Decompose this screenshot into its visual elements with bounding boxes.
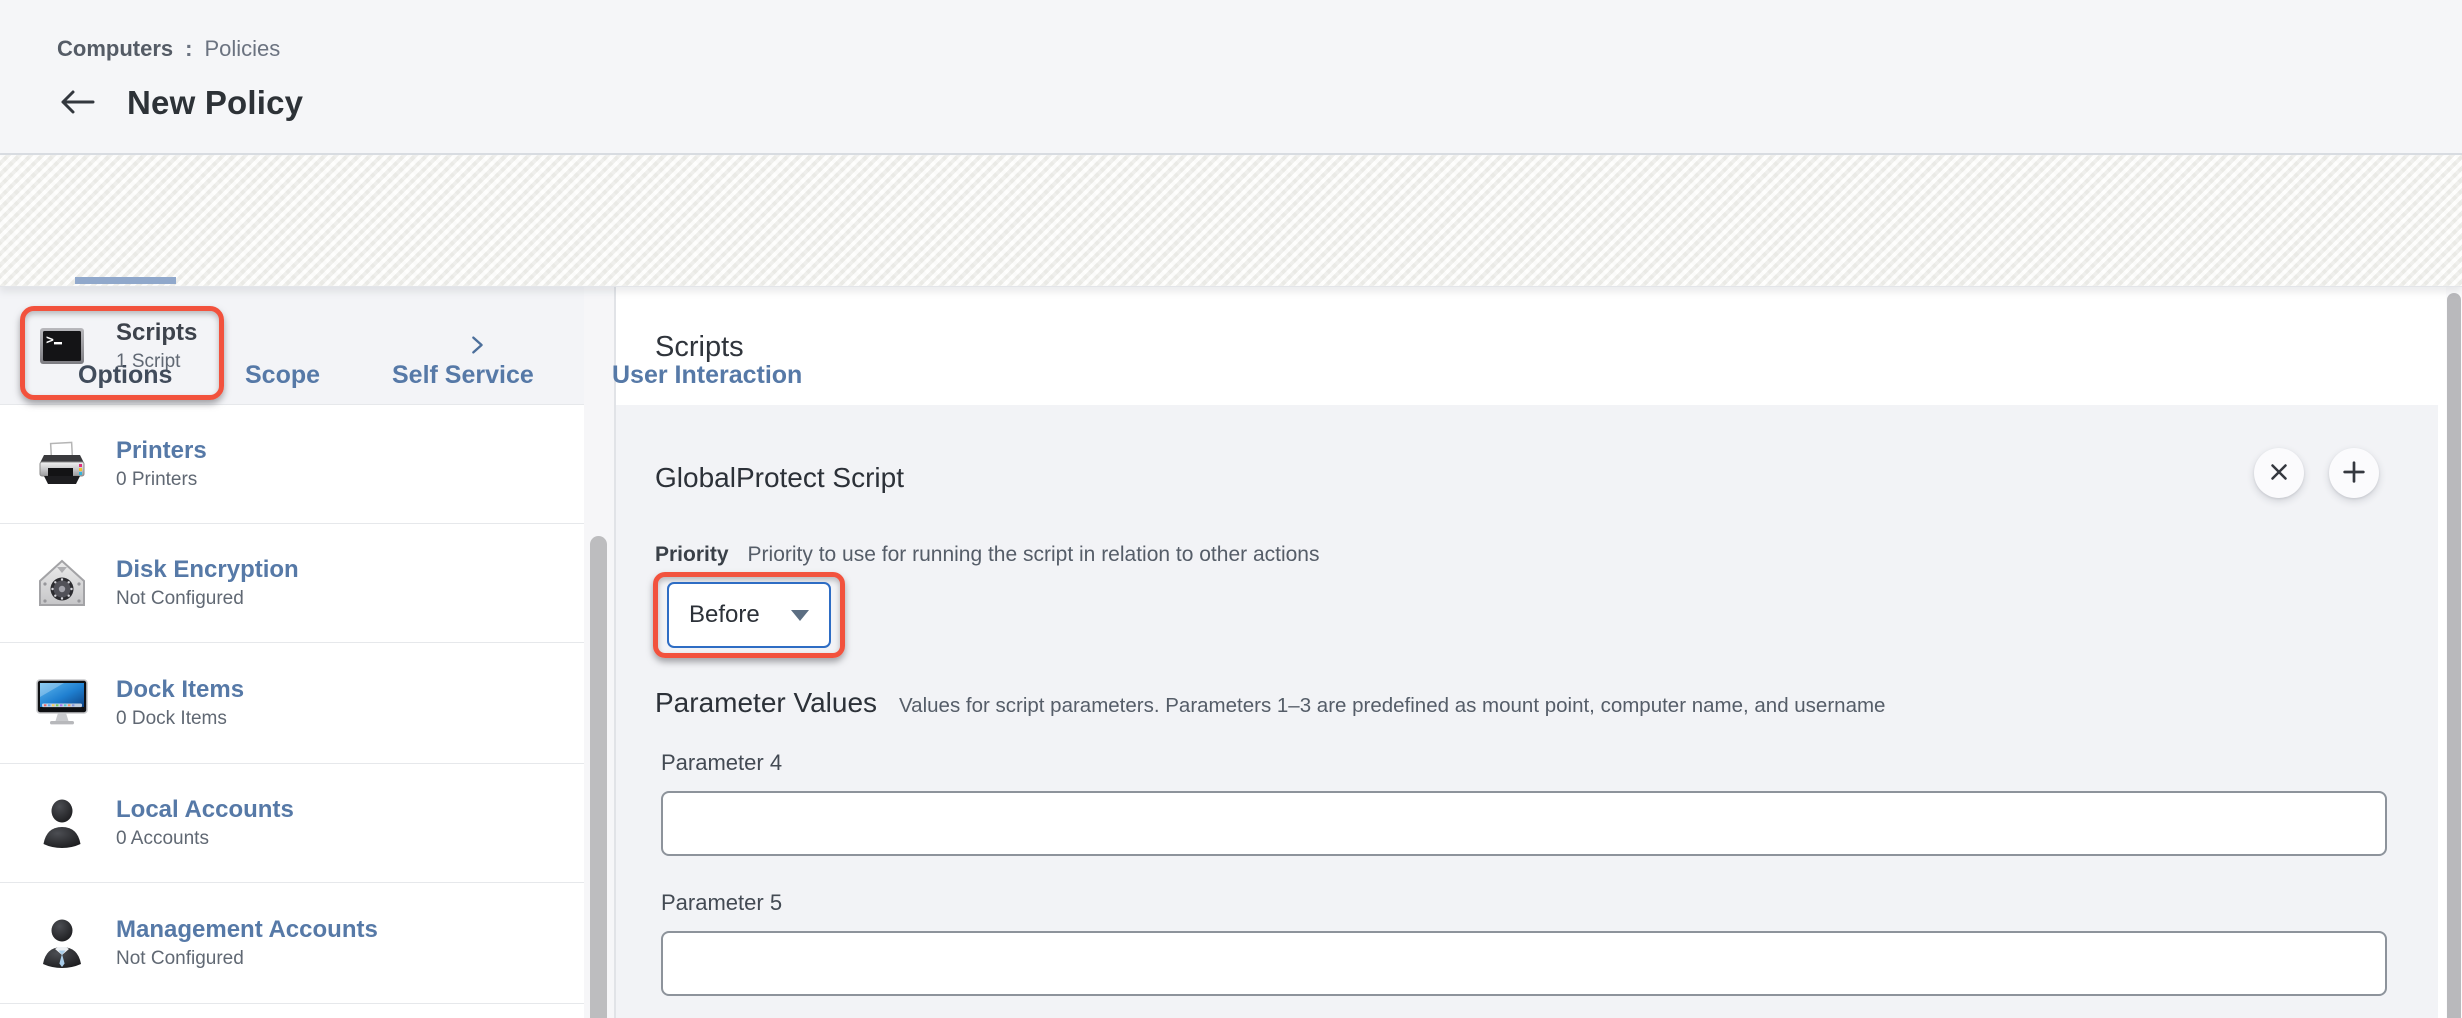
remove-script-button[interactable]: [2254, 448, 2304, 498]
dock-items-icon: [36, 677, 88, 729]
priority-dropdown[interactable]: Before: [667, 582, 831, 648]
page-title: New Policy: [127, 84, 303, 122]
breadcrumb-policies[interactable]: Policies: [204, 36, 280, 62]
add-script-button[interactable]: [2329, 448, 2379, 498]
tab-self-service[interactable]: Self Service: [392, 361, 534, 390]
sidebar-scrollbar-thumb[interactable]: [590, 536, 607, 1018]
sidebar-item-title: Printers: [116, 437, 207, 464]
priority-description: Priority to use for running the script i…: [748, 543, 1320, 567]
back-button[interactable]: [60, 90, 96, 116]
breadcrumb-separator: :: [185, 36, 192, 62]
close-icon: [2266, 459, 2292, 488]
back-arrow-icon: [60, 89, 96, 118]
section-title: Scripts: [655, 331, 744, 364]
parameter-5-label: Parameter 5: [661, 890, 782, 916]
printer-icon: [36, 438, 88, 490]
sidebar-item-partial: [0, 1004, 584, 1018]
local-accounts-icon: [36, 797, 88, 849]
parameter-values-description: Values for script parameters. Parameters…: [899, 694, 1885, 718]
sidebar-item-disk-encryption[interactable]: Disk Encryption Not Configured: [0, 524, 584, 643]
sidebar-item-title: Management Accounts: [116, 916, 378, 943]
script-card-title: GlobalProtect Script: [655, 462, 904, 494]
parameter-5-input[interactable]: [661, 931, 2387, 996]
sidebar-item-subtitle: Not Configured: [116, 588, 299, 610]
app-header: Computers : Policies New Policy: [0, 0, 2462, 155]
sidebar-scrollbar-track: [584, 287, 614, 1018]
sidebar-item-management-accounts[interactable]: Management Accounts Not Configured: [0, 883, 584, 1004]
tab-scope[interactable]: Scope: [245, 361, 320, 390]
tab-options[interactable]: Options: [78, 361, 172, 390]
sidebar-item-title: Scripts: [116, 319, 197, 346]
caret-down-icon: [791, 610, 809, 621]
svg-text:>: >: [46, 333, 54, 348]
sidebar-item-local-accounts[interactable]: Local Accounts 0 Accounts: [0, 764, 584, 883]
sidebar-item-subtitle: 0 Printers: [116, 469, 207, 491]
sidebar-item-printers[interactable]: Printers 0 Printers: [0, 405, 584, 524]
breadcrumb: Computers : Policies: [57, 36, 280, 62]
sidebar-item-title: Disk Encryption: [116, 556, 299, 583]
script-card: GlobalProtect Script Priority Priority t…: [616, 405, 2438, 1018]
new-policy-screen: Computers : Policies New Policy Options …: [0, 0, 2462, 1018]
parameter-4-label: Parameter 4: [661, 750, 782, 776]
main-panel-header: Scripts: [616, 287, 2438, 405]
plus-icon: [2340, 458, 2368, 489]
breadcrumb-computers[interactable]: Computers: [57, 36, 173, 62]
page-scrollbar-thumb[interactable]: [2447, 293, 2461, 1018]
priority-dropdown-value: Before: [689, 601, 760, 629]
parameter-values-heading: Parameter Values: [655, 687, 877, 719]
priority-label: Priority: [655, 543, 729, 567]
page-scrollbar-track: [2446, 287, 2462, 1018]
sidebar-item-dock-items[interactable]: Dock Items 0 Dock Items: [0, 643, 584, 764]
tab-bar: Options Scope Self Service User Interact…: [0, 155, 2462, 287]
priority-highlight-annotation: Before: [653, 572, 845, 658]
chevron-right-icon: [466, 334, 488, 356]
sidebar-item-subtitle: 0 Dock Items: [116, 708, 244, 730]
parameter-4-input[interactable]: [661, 791, 2387, 856]
tab-user-interaction[interactable]: User Interaction: [612, 361, 802, 390]
sidebar-item-subtitle: Not Configured: [116, 948, 378, 970]
sidebar-item-subtitle: 0 Accounts: [116, 828, 294, 850]
active-tab-underline: [75, 277, 176, 284]
sidebar-item-title: Local Accounts: [116, 796, 294, 823]
management-accounts-icon: [36, 917, 88, 969]
sidebar-item-title: Dock Items: [116, 676, 244, 703]
disk-encryption-icon: [36, 557, 88, 609]
